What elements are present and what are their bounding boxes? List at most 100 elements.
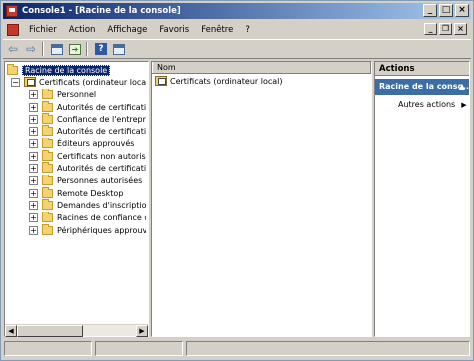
- results-pane[interactable]: Nom Certificats (ordinateur local): [151, 61, 372, 337]
- console-tree-icon: [51, 43, 63, 55]
- console-tree-pane[interactable]: Racine de la console − Certificats (ordi…: [4, 61, 149, 337]
- doc-minimize-button[interactable]: _: [424, 23, 437, 35]
- actions-section-label: Racine de la conso...: [379, 82, 469, 91]
- scroll-right-button[interactable]: ▶: [136, 325, 148, 337]
- action-pane-icon: [113, 43, 125, 55]
- column-header-nom[interactable]: Nom: [152, 62, 371, 73]
- folder-icon: [42, 162, 53, 174]
- tree-item-label: Certificats (ordinateur local): [39, 77, 146, 87]
- expand-icon[interactable]: +: [29, 200, 38, 210]
- export-list-button[interactable]: ➔: [67, 41, 83, 57]
- minimize-button[interactable]: _: [423, 4, 437, 17]
- expand-icon[interactable]: +: [29, 90, 38, 100]
- folder-icon: [42, 100, 53, 112]
- menu-fenetre[interactable]: Fenêtre: [195, 25, 239, 35]
- folder-icon: [42, 174, 53, 186]
- expand-icon[interactable]: +: [29, 176, 38, 186]
- menu-affichage[interactable]: Affichage: [101, 25, 153, 35]
- show-hide-action-pane-button[interactable]: [111, 41, 127, 57]
- expand-icon[interactable]: +: [29, 188, 38, 198]
- tree-item-label: Certificats non autorisés: [57, 151, 146, 161]
- actions-pane: Actions Racine de la conso... ▲ Autres a…: [374, 61, 470, 337]
- folder-icon: [42, 125, 53, 137]
- expand-icon[interactable]: +: [29, 213, 38, 223]
- collapse-icon[interactable]: −: [11, 77, 20, 87]
- tree-item-label: Personnel: [57, 90, 97, 100]
- menu-bar: Fichier Action Affichage Favoris Fenêtre…: [3, 21, 471, 38]
- folder-icon: [42, 199, 53, 210]
- tree-item-racines-carte-puce[interactable]: + Racines de confiance de c: [7, 211, 146, 224]
- menu-fichier[interactable]: Fichier: [23, 25, 63, 35]
- tree-item-label: Éditeurs approuvés: [57, 139, 135, 149]
- menu-action[interactable]: Action: [63, 25, 102, 35]
- mmc-app-icon[interactable]: [6, 5, 18, 17]
- export-list-icon: ➔: [69, 43, 81, 55]
- more-actions-item[interactable]: Autres actions ▶: [398, 100, 467, 109]
- tree-item-confiance-entreprise[interactable]: + Confiance de l'entreprise: [7, 113, 146, 125]
- forward-arrow-icon: ⇨: [25, 42, 37, 56]
- actions-title: Actions: [375, 62, 469, 76]
- folder-icon: [42, 223, 53, 235]
- tree-item-certificats-non-autorises[interactable]: + Certificats non autorisés: [7, 150, 146, 162]
- folder-icon: [42, 186, 53, 198]
- tree-item-autorites-racines[interactable]: + Autorités de certification: [7, 100, 146, 113]
- status-bar: [4, 341, 470, 357]
- submenu-arrow-icon: ▶: [461, 101, 467, 109]
- certificate-icon: [155, 76, 167, 86]
- help-button[interactable]: ?: [93, 41, 109, 57]
- forward-button[interactable]: ⇨: [23, 41, 39, 57]
- tree-item-editeurs-approuves[interactable]: + Éditeurs approuvés: [7, 137, 146, 150]
- tree-item-label: Personnes autorisées: [57, 176, 143, 186]
- folder-icon: [42, 113, 53, 124]
- menu-favoris[interactable]: Favoris: [153, 25, 195, 35]
- document-system-menu-icon[interactable]: [7, 23, 19, 36]
- expand-icon[interactable]: +: [29, 114, 38, 124]
- tree-item-autorites-tierces[interactable]: + Autorités de certification: [7, 162, 146, 174]
- maximize-button[interactable]: □: [439, 4, 453, 17]
- more-actions-label: Autres actions: [398, 100, 456, 109]
- folder-icon: [42, 137, 53, 149]
- window-controls: _ □ ×: [423, 4, 469, 17]
- expand-icon[interactable]: +: [29, 102, 38, 112]
- help-icon: ?: [95, 43, 107, 55]
- toolbar-separator: [86, 42, 88, 56]
- tree-item-label: Remote Desktop: [57, 188, 124, 198]
- tree-item-label: Autorités de certification: [57, 102, 146, 112]
- doc-restore-button[interactable]: ❐: [439, 23, 452, 35]
- toolbar: ⇦ ⇨ ➔ ?: [3, 39, 471, 59]
- expand-icon[interactable]: +: [29, 164, 38, 174]
- menu-help[interactable]: ?: [239, 25, 256, 35]
- folder-icon: [42, 211, 53, 223]
- tree-item-certificats[interactable]: − Certificats (ordinateur local): [7, 76, 146, 88]
- actions-section-header[interactable]: Racine de la conso... ▲: [375, 79, 469, 95]
- doc-close-button[interactable]: ×: [454, 23, 467, 35]
- folder-icon: [42, 88, 53, 100]
- document-window-controls: _ ❐ ×: [424, 23, 467, 35]
- expand-icon[interactable]: +: [29, 127, 38, 137]
- tree-item-remote-desktop[interactable]: + Remote Desktop: [7, 186, 146, 199]
- show-hide-tree-button[interactable]: [49, 41, 65, 57]
- tree-item-personnel[interactable]: + Personnel: [7, 88, 146, 101]
- mmc-window: Console1 - [Racine de la console] _ □ × …: [0, 0, 474, 361]
- back-button[interactable]: ⇦: [5, 41, 21, 57]
- tree-item-autorites-intermediaires[interactable]: + Autorités de certification: [7, 125, 146, 137]
- folder-icon: [7, 64, 18, 75]
- tree-item-peripheriques-approuves[interactable]: + Périphériques approuvés: [7, 223, 146, 236]
- expand-icon[interactable]: +: [29, 139, 38, 149]
- list-item[interactable]: Certificats (ordinateur local): [155, 76, 283, 86]
- tree-horizontal-scrollbar[interactable]: ◀ ▶: [5, 324, 148, 337]
- tree-item-demandes-inscription[interactable]: + Demandes d'inscription de: [7, 199, 146, 211]
- scroll-thumb[interactable]: [17, 325, 83, 337]
- title-bar[interactable]: Console1 - [Racine de la console] _ □ ×: [3, 3, 471, 19]
- tree-root[interactable]: Racine de la console: [7, 64, 146, 76]
- expand-icon[interactable]: +: [29, 225, 38, 235]
- tree-root-label: Racine de la console: [22, 64, 111, 76]
- console-tree: Racine de la console − Certificats (ordi…: [7, 64, 146, 236]
- tree-item-personnes-autorisees[interactable]: + Personnes autorisées: [7, 174, 146, 187]
- scroll-left-button[interactable]: ◀: [5, 325, 17, 337]
- tree-item-label: Confiance de l'entreprise: [57, 114, 146, 124]
- expand-icon[interactable]: +: [29, 151, 38, 161]
- collapse-up-icon[interactable]: ▲: [459, 79, 465, 95]
- close-button[interactable]: ×: [455, 4, 469, 17]
- tree-item-label: Racines de confiance de c: [57, 213, 146, 223]
